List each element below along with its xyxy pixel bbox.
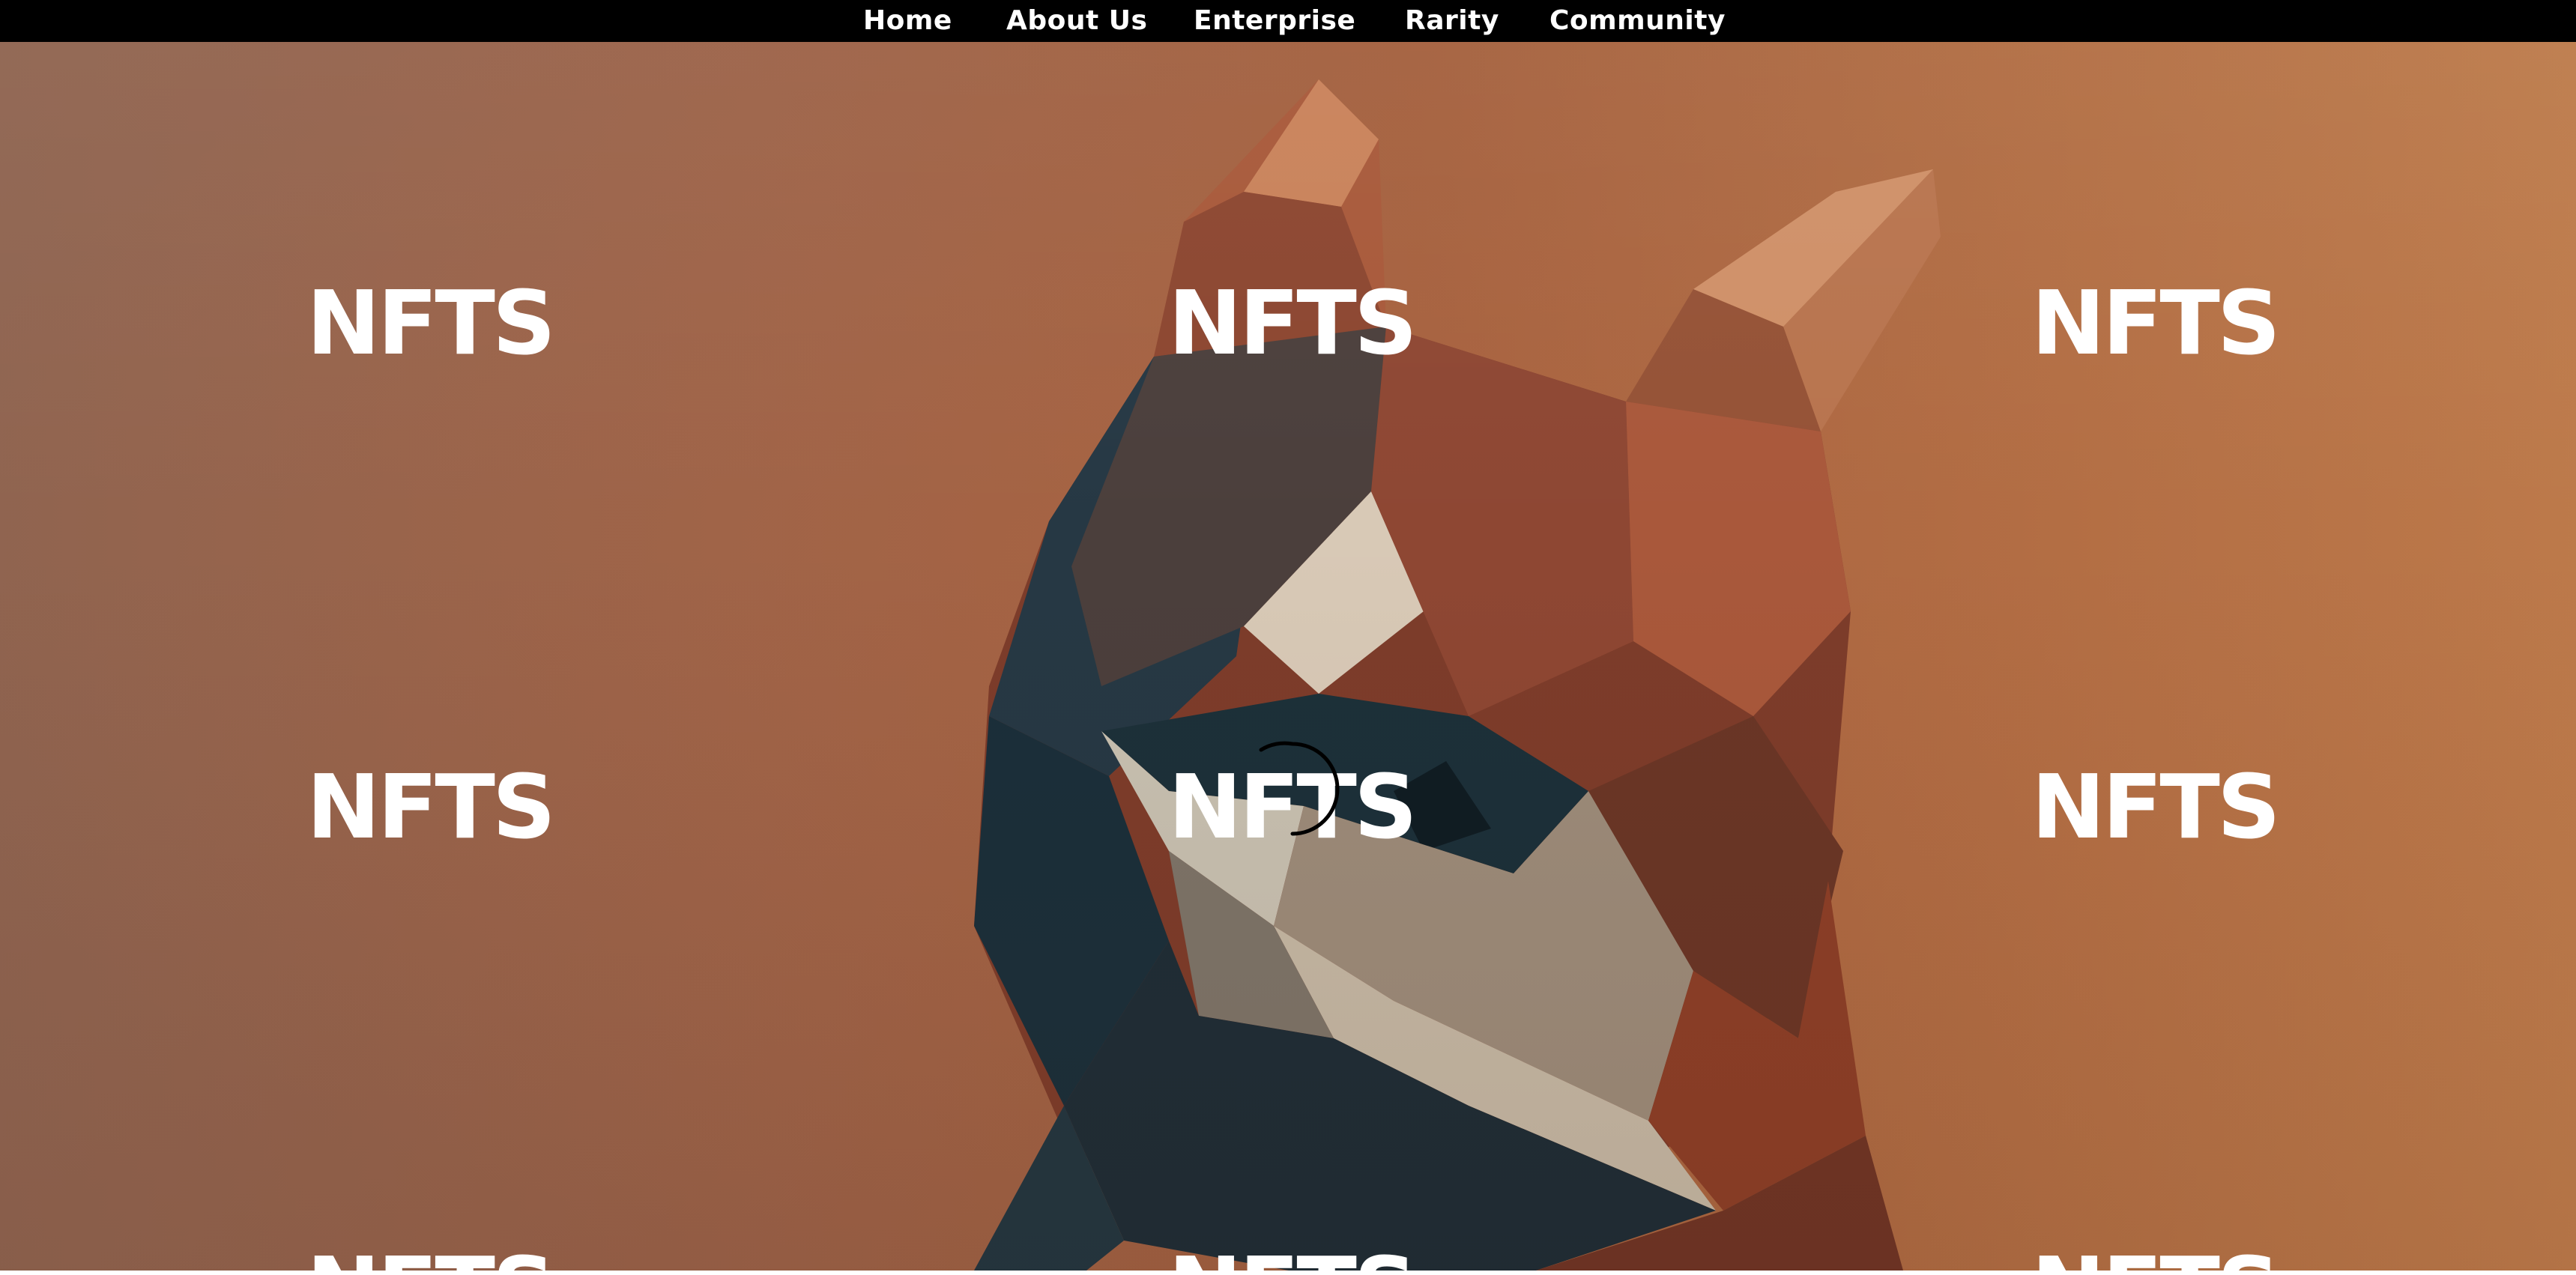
nav-link-rarity[interactable]: Rarity <box>1405 4 1499 37</box>
loading-spinner-icon <box>1259 741 1340 836</box>
nav-link-community[interactable]: Community <box>1549 4 1726 37</box>
page-bottom-edge <box>0 1271 2576 1275</box>
page: Home About Us Enterprise Rarity Communit… <box>0 0 2576 1275</box>
nav-link-enterprise[interactable]: Enterprise <box>1194 4 1355 37</box>
hero-section: NFTS NFTS NFTS NFTS NFTS NFTS NFTS NFTS … <box>0 42 2576 1271</box>
nav-link-about-us[interactable]: About Us <box>1006 4 1147 37</box>
hero-overlay <box>0 42 2576 1271</box>
nav-link-home[interactable]: Home <box>863 4 952 37</box>
top-navigation-bar: Home About Us Enterprise Rarity Communit… <box>0 0 2576 42</box>
